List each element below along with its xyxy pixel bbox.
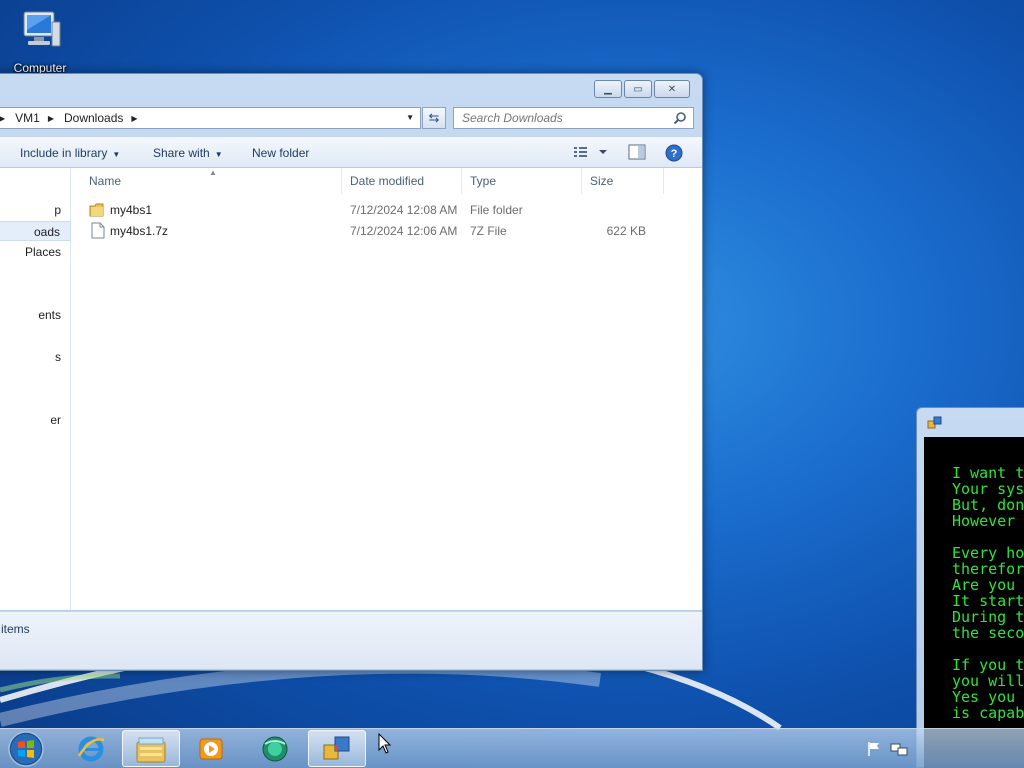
column-divider[interactable] — [341, 168, 342, 194]
close-button[interactable]: ✕ — [654, 80, 690, 98]
start-button[interactable] — [6, 730, 46, 768]
file-type: 7Z File — [470, 224, 507, 238]
details-pane: items — [0, 611, 702, 669]
network-icon[interactable] — [890, 741, 908, 757]
new-folder-label: New folder — [252, 146, 310, 160]
search-icon[interactable] — [673, 111, 687, 125]
svg-text:?: ? — [671, 148, 678, 160]
column-header-size[interactable]: Size — [590, 174, 613, 188]
file-name: my4bs1 — [110, 203, 153, 217]
close-icon: ✕ — [667, 83, 677, 95]
refresh-button[interactable]: ⇆ — [422, 107, 446, 129]
taskbar-media-player[interactable] — [182, 730, 240, 767]
include-in-library-label: Include in library — [20, 146, 108, 160]
address-dropdown-icon[interactable]: ▼ — [406, 113, 414, 122]
taskbar — [0, 728, 1024, 768]
share-with-label: Share with — [153, 146, 210, 160]
nav-item-label: oads — [33, 225, 60, 239]
console-text: I want t Your sys But, don However Every… — [952, 464, 1024, 722]
navigation-pane: p oads Places ents s er — [0, 168, 71, 610]
nav-item[interactable]: er — [0, 410, 71, 430]
column-divider[interactable] — [581, 168, 582, 194]
file-name: my4bs1.7z — [110, 224, 169, 238]
file-row[interactable]: my4bs1.7z 7/12/2024 12:06 AM 7Z File 622… — [81, 221, 661, 241]
preview-pane-icon[interactable] — [628, 144, 646, 160]
taskbar-app-green[interactable] — [246, 730, 304, 767]
file-row[interactable]: my4bs1 7/12/2024 12:08 AM File folder — [81, 200, 661, 220]
column-header-name[interactable]: Name — [89, 174, 121, 188]
console-screen[interactable]: I want t Your sys But, don However Every… — [924, 437, 1024, 768]
breadcrumb-downloads[interactable]: Downloads — [64, 111, 123, 125]
file-date: 7/12/2024 12:08 AM — [350, 203, 458, 217]
folder-icon — [89, 203, 104, 217]
nav-item[interactable]: p — [0, 200, 71, 220]
mouse-cursor-icon — [378, 733, 392, 754]
sort-ascending-icon: ▲ — [209, 168, 217, 177]
nav-item-label: Places — [24, 245, 61, 259]
app-window-icon — [323, 736, 350, 759]
help-icon[interactable]: ? — [665, 144, 683, 162]
command-bar: Include in library ▼ Share with ▼ New fold… — [0, 136, 702, 168]
console-window[interactable]: I want t Your sys But, don However Every… — [916, 407, 1024, 768]
minimize-button[interactable]: ▁ — [594, 80, 622, 98]
column-header-type[interactable]: Type — [470, 174, 496, 188]
breadcrumb-chevron-icon[interactable]: ▶ — [48, 114, 54, 123]
nav-item-recent-places[interactable]: Places — [0, 242, 71, 262]
taskbar-internet-explorer[interactable] — [62, 730, 120, 767]
taskbar-console-app[interactable] — [308, 730, 366, 767]
refresh-icon: ⇆ — [428, 110, 440, 125]
search-box[interactable] — [453, 107, 694, 129]
action-center-flag-icon[interactable] — [866, 741, 882, 757]
status-item-count: items — [1, 622, 30, 636]
desktop-icon-computer[interactable]: Computer — [4, 6, 76, 75]
include-in-library-button[interactable]: Include in library ▼ — [20, 146, 120, 160]
media-player-icon — [199, 738, 223, 759]
chevron-down-icon: ▼ — [112, 150, 121, 159]
breadcrumb-vm1[interactable]: VM1 — [15, 111, 40, 125]
green-app-icon — [262, 736, 288, 761]
breadcrumb-chevron-icon: ▶ — [0, 113, 6, 123]
folder-library-icon — [136, 737, 166, 762]
file-view: p oads Places ents s er ▲ Name Date modi… — [0, 168, 702, 610]
breadcrumb-chevron-icon[interactable]: ▶ — [131, 114, 137, 123]
nav-item-downloads[interactable]: oads — [0, 221, 71, 241]
maximize-icon: ▭ — [633, 83, 643, 95]
chevron-down-icon: ▼ — [214, 150, 223, 159]
file-date: 7/12/2024 12:06 AM — [350, 224, 458, 238]
nav-item-label: ents — [38, 308, 61, 322]
app-window-icon — [927, 416, 942, 429]
address-bar[interactable]: ▶ VM1 ▶ Downloads ▶ ▼ — [0, 107, 421, 129]
ie-icon — [77, 736, 105, 761]
taskbar-windows-explorer[interactable] — [122, 730, 180, 767]
search-input[interactable] — [462, 111, 662, 125]
file-type: File folder — [470, 203, 523, 217]
minimize-icon: ▁ — [604, 83, 612, 95]
nav-item-label: p — [54, 203, 61, 217]
nav-item[interactable]: s — [0, 347, 71, 367]
share-with-button[interactable]: Share with ▼ — [153, 146, 223, 160]
column-header-date[interactable]: Date modified — [350, 174, 424, 188]
column-divider[interactable] — [461, 168, 462, 194]
view-options-icon[interactable] — [573, 144, 613, 160]
nav-item-label: s — [55, 350, 61, 364]
column-divider[interactable] — [663, 168, 664, 194]
explorer-window[interactable]: ▁ ▭ ✕ ▶ VM1 ▶ Downloads ▶ ▼ ⇆ Include in… — [0, 73, 703, 671]
file-size: 622 KB — [606, 224, 646, 238]
file-icon — [91, 222, 105, 239]
new-folder-button[interactable]: New folder — [252, 146, 309, 160]
nav-item-documents[interactable]: ents — [0, 305, 71, 325]
computer-icon — [23, 11, 61, 47]
nav-item-label: er — [50, 413, 61, 427]
maximize-button[interactable]: ▭ — [624, 80, 652, 98]
